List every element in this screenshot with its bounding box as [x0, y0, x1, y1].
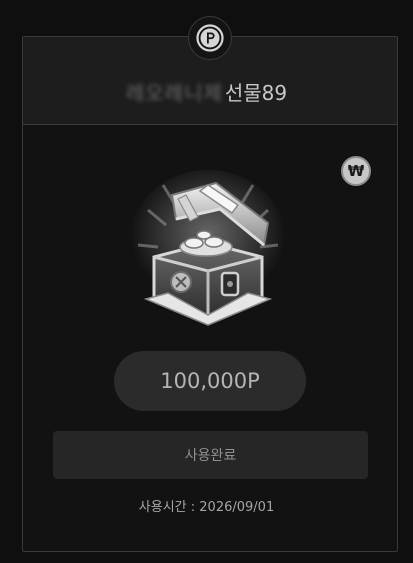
usage-time: 사용시간 : 2026/09/01	[0, 496, 413, 515]
gift-page: 레오레니제 선물89 ₩ 100,000P 사용완료 사용시간: 2026/0…	[0, 0, 413, 563]
p-coin-icon	[188, 16, 232, 60]
gift-title: 레오레니제 선물89	[0, 74, 413, 108]
point-amount: 100,000P	[114, 351, 306, 411]
usage-time-label: 사용시간	[138, 500, 187, 515]
usage-time-date: 2026/09/01	[199, 500, 275, 515]
blurred-sender-name: 레오레니제	[125, 80, 223, 105]
used-status-button[interactable]: 사용완료	[53, 431, 368, 479]
treasure-chest-icon	[130, 170, 286, 326]
usage-time-separator: :	[186, 500, 200, 515]
won-currency-icon: ₩	[341, 156, 371, 186]
gift-title-text: 선물89	[224, 80, 288, 105]
